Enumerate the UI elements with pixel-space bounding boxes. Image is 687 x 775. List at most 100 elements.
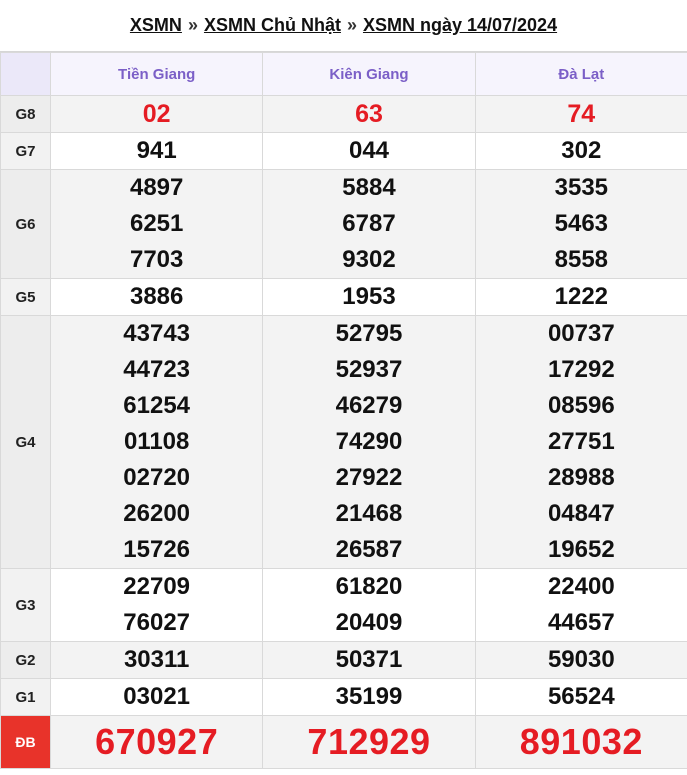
province-header-kien-giang: Kiên Giang [262, 52, 476, 96]
result-cell: 50371 [262, 641, 476, 679]
prize-label: G2 [0, 641, 51, 679]
result-cell: 3886 [49, 278, 264, 316]
province-header-tien-giang[interactable]: Tiền Giang [49, 52, 264, 96]
result-cell: 22400 44657 [474, 568, 687, 642]
result-number: 02 [142, 100, 171, 128]
result-cell: 712929 [262, 715, 476, 769]
result-number: 22709 [123, 573, 191, 600]
breadcrumb-link-sunday[interactable]: XSMN Chủ Nhật [204, 15, 341, 36]
breadcrumb-link-date[interactable]: XSMN ngày 14/07/2024 [363, 15, 557, 36]
result-number: 7703 [129, 246, 184, 273]
result-number: 941 [136, 137, 177, 164]
prize-label: G8 [0, 95, 51, 133]
result-number: 61820 [335, 573, 403, 600]
result-cell: 1222 [474, 278, 687, 316]
result-number: 26587 [335, 536, 403, 563]
result-cell: 00737 17292 08596 27751 28988 04847 19652 [474, 315, 687, 569]
result-number: 22400 [547, 573, 615, 600]
result-cell: 63 [262, 95, 476, 133]
result-number: 43743 [123, 320, 191, 347]
result-number: 44657 [547, 609, 615, 636]
result-number: 5463 [554, 210, 609, 237]
result-number: 891032 [519, 721, 643, 762]
result-number: 76027 [123, 609, 191, 636]
result-number: 56524 [547, 683, 615, 710]
result-cell: 941 [49, 132, 264, 170]
prize-label: G3 [0, 568, 51, 642]
result-number: 044 [348, 137, 390, 164]
prize-row-g7: G7 941 044 302 [0, 132, 687, 170]
result-number: 44723 [123, 356, 191, 383]
result-cell: 35199 [262, 678, 476, 716]
prize-label: ĐB [0, 715, 51, 769]
result-cell: 02 [49, 95, 264, 133]
result-number: 20409 [335, 609, 403, 636]
breadcrumb-separator: » [187, 15, 198, 35]
result-cell: 52795 52937 46279 74290 27922 21468 26587 [262, 315, 476, 569]
result-number: 50371 [335, 646, 403, 673]
result-number: 3886 [129, 283, 184, 310]
province-header-da-lat: Đà Lạt [474, 52, 687, 96]
result-number: 59030 [547, 646, 615, 673]
result-cell: 43743 44723 61254 01108 02720 26200 15726 [49, 315, 264, 569]
result-cell: 56524 [474, 678, 687, 716]
result-number: 28988 [547, 464, 615, 491]
result-cell: 22709 76027 [49, 568, 264, 642]
result-number: 4897 [129, 174, 184, 201]
header-corner [0, 52, 51, 96]
result-number: 1222 [554, 283, 609, 310]
result-number: 74 [567, 100, 596, 128]
result-cell: 891032 [474, 715, 687, 769]
result-number: 52937 [335, 356, 403, 383]
result-number: 15726 [123, 536, 191, 563]
result-number: 63 [355, 100, 383, 128]
result-number: 8558 [554, 246, 609, 273]
result-number: 17292 [547, 356, 615, 383]
result-number: 21468 [335, 500, 403, 527]
result-cell: 670927 [49, 715, 264, 769]
result-number: 00737 [547, 320, 615, 347]
results-body: G8 02 63 74 G7 941 044 302 G6 4897 6251 7703 5884 678… [0, 95, 687, 769]
breadcrumb: XSMN » XSMN Chủ Nhật » XSMN ngày 14/07/2… [0, 0, 687, 52]
province-header-row: Tiền Giang Kiên Giang Đà Lạt [0, 52, 687, 96]
result-number: 9302 [342, 246, 396, 273]
prize-row-g2: G2 30311 50371 59030 [0, 641, 687, 679]
result-cell: 61820 20409 [262, 568, 476, 642]
prize-row-g4: G4 43743 44723 61254 01108 02720 26200 15726 527… [0, 315, 687, 569]
prize-row-g1: G1 03021 35199 56524 [0, 678, 687, 716]
result-number: 1953 [342, 283, 396, 310]
prize-label: G1 [0, 678, 51, 716]
prize-row-g5: G5 3886 1953 1222 [0, 278, 687, 316]
result-cell: 30311 [49, 641, 264, 679]
prize-row-đb: ĐB 670927 712929 891032 [0, 715, 687, 769]
result-cell: 03021 [49, 678, 264, 716]
result-number: 02720 [123, 464, 191, 491]
result-number: 04847 [547, 500, 615, 527]
prize-label: G5 [0, 278, 51, 316]
prize-row-g8: G8 02 63 74 [0, 95, 687, 133]
breadcrumb-link-xsmn[interactable]: XSMN [130, 15, 182, 36]
result-number: 19652 [547, 536, 615, 563]
result-number: 26200 [123, 500, 191, 527]
result-number: 712929 [307, 721, 431, 762]
result-number: 6251 [129, 210, 184, 237]
result-number: 03021 [123, 683, 191, 710]
result-number: 5884 [342, 174, 396, 201]
result-number: 52795 [335, 320, 403, 347]
result-cell: 3535 5463 8558 [474, 169, 687, 279]
prize-label: G4 [0, 315, 51, 569]
breadcrumb-separator: » [346, 15, 357, 35]
result-number: 01108 [123, 428, 190, 455]
prize-row-g3: G3 22709 76027 61820 20409 22400 44657 [0, 568, 687, 642]
result-number: 74290 [335, 428, 403, 455]
result-number: 27751 [547, 428, 615, 455]
result-number: 08596 [547, 392, 615, 419]
prize-row-g6: G6 4897 6251 7703 5884 6787 9302 3535 5463 8558 [0, 169, 687, 279]
result-cell: 5884 6787 9302 [262, 169, 476, 279]
result-cell: 74 [474, 95, 687, 133]
result-number: 30311 [123, 646, 190, 673]
result-cell: 044 [262, 132, 476, 170]
result-number: 46279 [335, 392, 403, 419]
result-cell: 1953 [262, 278, 476, 316]
result-number: 302 [561, 137, 602, 164]
